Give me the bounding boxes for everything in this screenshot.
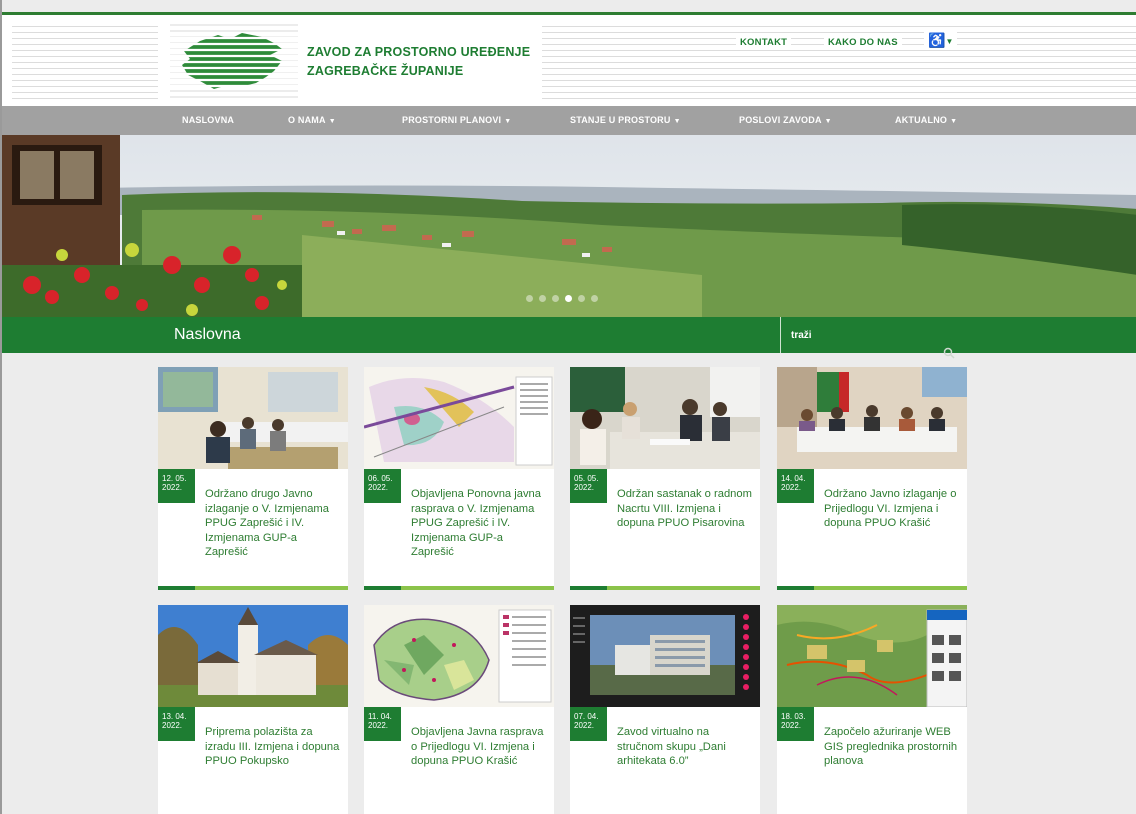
nav-item-poslovi-zavoda[interactable]: POSLOVI ZAVODA ▼ — [739, 115, 832, 125]
hero-landscape-image — [2, 135, 1136, 317]
news-card[interactable]: 14. 04. 2022. Održano Javno izlaganje o … — [777, 367, 967, 590]
news-title[interactable]: Održano Javno izlaganje o Prijedlogu VI.… — [824, 487, 962, 531]
utility-links: KONTAKT KAKO DO NAS — [2, 37, 1136, 57]
header-stripes-left — [12, 21, 158, 101]
news-date-badge: 12. 05. 2022. — [158, 469, 195, 503]
news-card[interactable]: 11. 04. 2022. Objavljena Javna rasprava … — [364, 605, 554, 814]
accessibility-menu[interactable]: ♿▼ — [924, 32, 958, 49]
news-card-image — [158, 367, 348, 469]
news-title[interactable]: Zavod virtualno na stručnom skupu „Dani … — [617, 725, 755, 769]
news-card[interactable]: 05. 05. 2022. Održan sastanak o radnom N… — [570, 367, 760, 590]
news-date-badge: 18. 03. 2022. — [777, 707, 814, 741]
card-underline — [777, 586, 967, 590]
slider-dot[interactable] — [526, 295, 533, 302]
news-date-badge: 05. 05. 2022. — [570, 469, 607, 503]
chevron-down-icon: ▼ — [945, 36, 954, 46]
date-day-month: 11. 04. — [368, 712, 392, 721]
news-card-image — [777, 367, 967, 469]
slider-dot[interactable] — [539, 295, 546, 302]
news-card[interactable]: 07. 04. 2022. Zavod virtualno na stručno… — [570, 605, 760, 814]
slider-dot-active[interactable] — [565, 295, 572, 302]
date-day-month: 07. 04. — [574, 712, 599, 721]
news-date-badge: 06. 05. 2022. — [364, 469, 401, 503]
news-card-image — [570, 367, 760, 469]
news-title[interactable]: Započelo ažuriranje WEB GIS preglednika … — [824, 725, 962, 769]
nav-label: AKTUALNO — [895, 115, 948, 125]
date-year: 2022. — [781, 483, 802, 492]
nav-label: O NAMA — [288, 115, 326, 125]
news-title[interactable]: Objavljena Ponovna javna rasprava o V. I… — [411, 487, 549, 560]
caret-down-icon: ▼ — [824, 118, 832, 125]
nav-item-aktualno[interactable]: AKTUALNO ▼ — [895, 115, 957, 125]
card-underline — [158, 586, 348, 590]
directions-link[interactable]: KAKO DO NAS — [824, 37, 902, 48]
nav-label: NASLOVNA — [182, 115, 235, 125]
date-day-month: 06. 05. — [368, 474, 393, 483]
main-navigation: NASLOVNA O NAMA ▼ PROSTORNI PLANOVI ▼ STAN… — [2, 106, 1136, 135]
search-box — [780, 317, 1136, 359]
caret-down-icon: ▼ — [673, 118, 681, 125]
date-year: 2022. — [162, 721, 183, 730]
page: ZAVOD ZA PROSTORNO UREĐENJE ZAGREBAČKE Ž… — [0, 0, 1136, 814]
date-year: 2022. — [162, 483, 183, 492]
page-title: Naslovna — [174, 326, 241, 343]
nav-label: STANJE U PROSTORU — [570, 115, 671, 125]
date-year: 2022. — [781, 721, 802, 730]
logo-map-icon — [170, 21, 298, 103]
news-card-image — [570, 605, 760, 707]
nav-item-stanje-u-prostoru[interactable]: STANJE U PROSTORU ▼ — [570, 115, 681, 125]
date-day-month: 13. 04. — [162, 712, 187, 721]
caret-down-icon: ▼ — [328, 118, 336, 125]
news-card[interactable]: 12. 05. 2022. Održano drugo Javno izlaga… — [158, 367, 348, 590]
date-year: 2022. — [574, 483, 595, 492]
news-card-image — [158, 605, 348, 707]
news-title[interactable]: Priprema polazišta za izradu III. Izmjen… — [205, 725, 343, 769]
date-year: 2022. — [368, 483, 389, 492]
news-date-badge: 07. 04. 2022. — [570, 707, 607, 741]
wheelchair-icon: ♿ — [928, 32, 946, 48]
date-day-month: 05. 05. — [574, 474, 599, 483]
date-year: 2022. — [574, 721, 595, 730]
card-underline — [570, 586, 760, 590]
org-name-line2: ZAGREBAČKE ŽUPANIJE — [307, 64, 464, 78]
news-card[interactable]: 18. 03. 2022. Započelo ažuriranje WEB GI… — [777, 605, 967, 814]
nav-item-naslovna[interactable]: NASLOVNA — [182, 115, 234, 125]
site-header: ZAVOD ZA PROSTORNO UREĐENJE ZAGREBAČKE Ž… — [2, 15, 1136, 106]
news-card-image — [777, 605, 967, 707]
news-card[interactable]: 13. 04. 2022. Priprema polazišta za izra… — [158, 605, 348, 814]
news-date-badge: 11. 04. 2022. — [364, 707, 401, 741]
hero-slider[interactable] — [2, 135, 1136, 317]
slider-dot[interactable] — [578, 295, 585, 302]
card-underline — [364, 586, 554, 590]
slider-dot[interactable] — [552, 295, 559, 302]
news-card[interactable]: 06. 05. 2022. Objavljena Ponovna javna r… — [364, 367, 554, 590]
date-day-month: 18. 03. — [781, 712, 806, 721]
caret-down-icon: ▼ — [504, 118, 512, 125]
nav-label: POSLOVI ZAVODA — [739, 115, 822, 125]
date-day-month: 12. 05. — [162, 474, 187, 483]
news-title[interactable]: Objavljena Javna rasprava o Prijedlogu V… — [411, 725, 549, 769]
news-date-badge: 13. 04. 2022. — [158, 707, 195, 741]
news-date-badge: 14. 04. 2022. — [777, 469, 814, 503]
caret-down-icon: ▼ — [950, 118, 958, 125]
header-stripes-right — [542, 21, 1136, 101]
nav-item-o-nama[interactable]: O NAMA ▼ — [288, 115, 336, 125]
nav-item-prostorni-planovi[interactable]: PROSTORNI PLANOVI ▼ — [402, 115, 511, 125]
news-title[interactable]: Održano drugo Javno izlaganje o V. Izmje… — [205, 487, 343, 560]
search-icon[interactable] — [943, 347, 955, 359]
search-input[interactable] — [781, 317, 1136, 353]
news-title[interactable]: Održan sastanak o radnom Nacrtu VIII. Iz… — [617, 487, 755, 531]
date-day-month: 14. 04. — [781, 474, 806, 483]
news-card-image — [364, 605, 554, 707]
site-logo[interactable] — [170, 21, 298, 103]
slider-dot[interactable] — [591, 295, 598, 302]
news-card-image — [364, 367, 554, 469]
contact-link[interactable]: KONTAKT — [736, 37, 792, 48]
date-year: 2022. — [368, 721, 389, 730]
section-header-bar: Naslovna — [2, 317, 1136, 359]
nav-label: PROSTORNI PLANOVI — [402, 115, 502, 125]
